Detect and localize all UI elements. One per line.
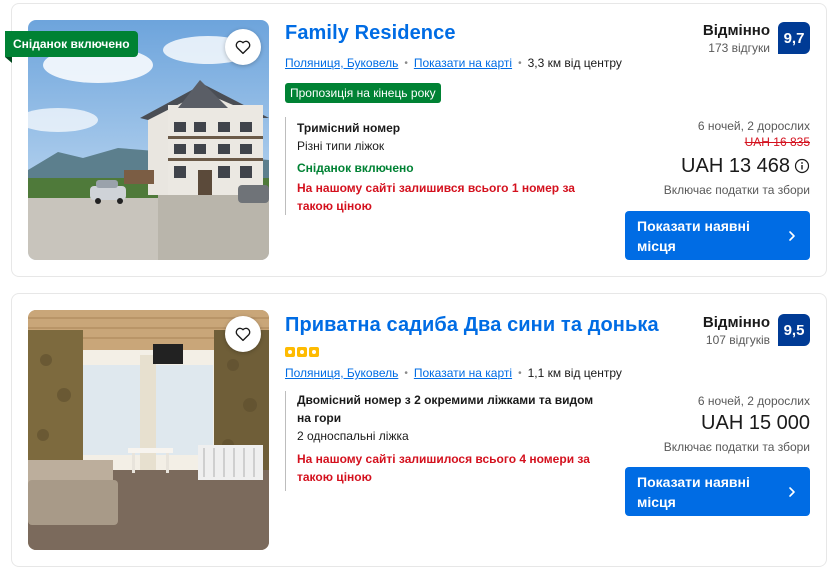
- star-icon: [309, 347, 319, 357]
- location-line: Поляниця, Буковель • Показати на карті •…: [285, 56, 622, 70]
- price-value: UAH 15 000: [701, 412, 810, 434]
- show-availability-button[interactable]: Показати наявні місця: [625, 467, 810, 516]
- bed-types: Різні типи ліжок: [297, 139, 385, 153]
- stay-duration: 6 ночей, 2 дорослих: [697, 394, 810, 408]
- score-badge: 9,7: [778, 22, 810, 54]
- distance-from-center: 1,1 км від центру: [527, 366, 622, 380]
- show-on-map-link[interactable]: Показати на карті: [414, 56, 512, 70]
- bed-types: 2 односпальні ліжка: [297, 429, 409, 443]
- separator-dot: •: [518, 367, 522, 379]
- location-link[interactable]: Поляниця, Буковель: [285, 56, 398, 70]
- score-badge: 9,5: [778, 314, 810, 346]
- review-score[interactable]: Відмінно 173 відгуки 9,7: [703, 22, 810, 56]
- heart-icon: [235, 327, 251, 342]
- show-on-map-link[interactable]: Показати на карті: [414, 366, 512, 380]
- room-details: Двомісний номер з 2 окремими ліжками та …: [285, 391, 605, 491]
- property-title-link[interactable]: Family Residence: [285, 22, 456, 45]
- rating-word: Відмінно: [702, 22, 770, 39]
- chevron-right-icon: [789, 230, 795, 241]
- price-block: 6 ночей, 2 дорослих UAH 16 835 UAH 13 46…: [664, 118, 810, 198]
- scarcity-message: На нашому сайті залишився всього 1 номер…: [297, 181, 575, 213]
- original-price: UAH 16 835: [744, 135, 810, 149]
- review-count: 173 відгуки: [708, 41, 770, 55]
- property-title-link[interactable]: Приватна садиба Два сини та донька: [285, 314, 659, 337]
- location-line: Поляниця, Буковель • Показати на карті •…: [285, 366, 622, 380]
- heart-icon: [235, 40, 251, 55]
- star-icon: [285, 347, 295, 357]
- property-card: Приватна садиба Два сини та донька Полян…: [11, 293, 827, 567]
- property-card: Сніданок включено Family Residence Полян…: [5, 3, 827, 277]
- stay-duration: 6 ночей, 2 дорослих: [697, 119, 810, 133]
- current-price: UAH 15 000: [664, 411, 810, 435]
- show-availability-button[interactable]: Показати наявні місця: [625, 211, 810, 260]
- room-details: Тримісний номер Різні типи ліжок Снідано…: [285, 117, 605, 215]
- room-name: Двомісний номер з 2 окремими ліжками та …: [297, 393, 594, 425]
- rating-word: Відмінно: [702, 314, 770, 331]
- ribbon-fold: [5, 57, 12, 63]
- favorite-button[interactable]: [225, 316, 261, 352]
- breakfast-included-ribbon: Сніданок включено: [5, 31, 138, 57]
- distance-from-center: 3,3 км від центру: [527, 56, 622, 70]
- separator-dot: •: [518, 57, 522, 69]
- star-rating: [285, 347, 319, 357]
- taxes-note: Включає податки та збори: [663, 183, 810, 197]
- star-icon: [297, 347, 307, 357]
- deal-badge: Пропозиція на кінець року: [285, 83, 441, 103]
- separator-dot: •: [404, 367, 408, 379]
- scarcity-message: На нашому сайті залишилося всього 4 номе…: [297, 452, 590, 484]
- review-count: 107 відгуків: [705, 333, 770, 347]
- taxes-note: Включає податки та збори: [663, 440, 810, 454]
- breakfast-included-label: Сніданок включено: [297, 161, 414, 175]
- chevron-right-icon: [789, 486, 795, 497]
- show-availability-label: Показати наявні місця: [637, 217, 750, 254]
- room-name: Тримісний номер: [297, 121, 401, 135]
- current-price: UAH 13 468: [664, 154, 810, 178]
- separator-dot: •: [404, 57, 408, 69]
- info-icon[interactable]: [794, 158, 810, 174]
- location-link[interactable]: Поляниця, Буковель: [285, 366, 398, 380]
- price-value: UAH 13 468: [681, 155, 790, 177]
- favorite-button[interactable]: [225, 29, 261, 65]
- review-score[interactable]: Відмінно 107 відгуків 9,5: [703, 314, 810, 348]
- show-availability-label: Показати наявні місця: [637, 473, 750, 510]
- price-block: 6 ночей, 2 дорослих UAH 15 000 Включає п…: [664, 393, 810, 455]
